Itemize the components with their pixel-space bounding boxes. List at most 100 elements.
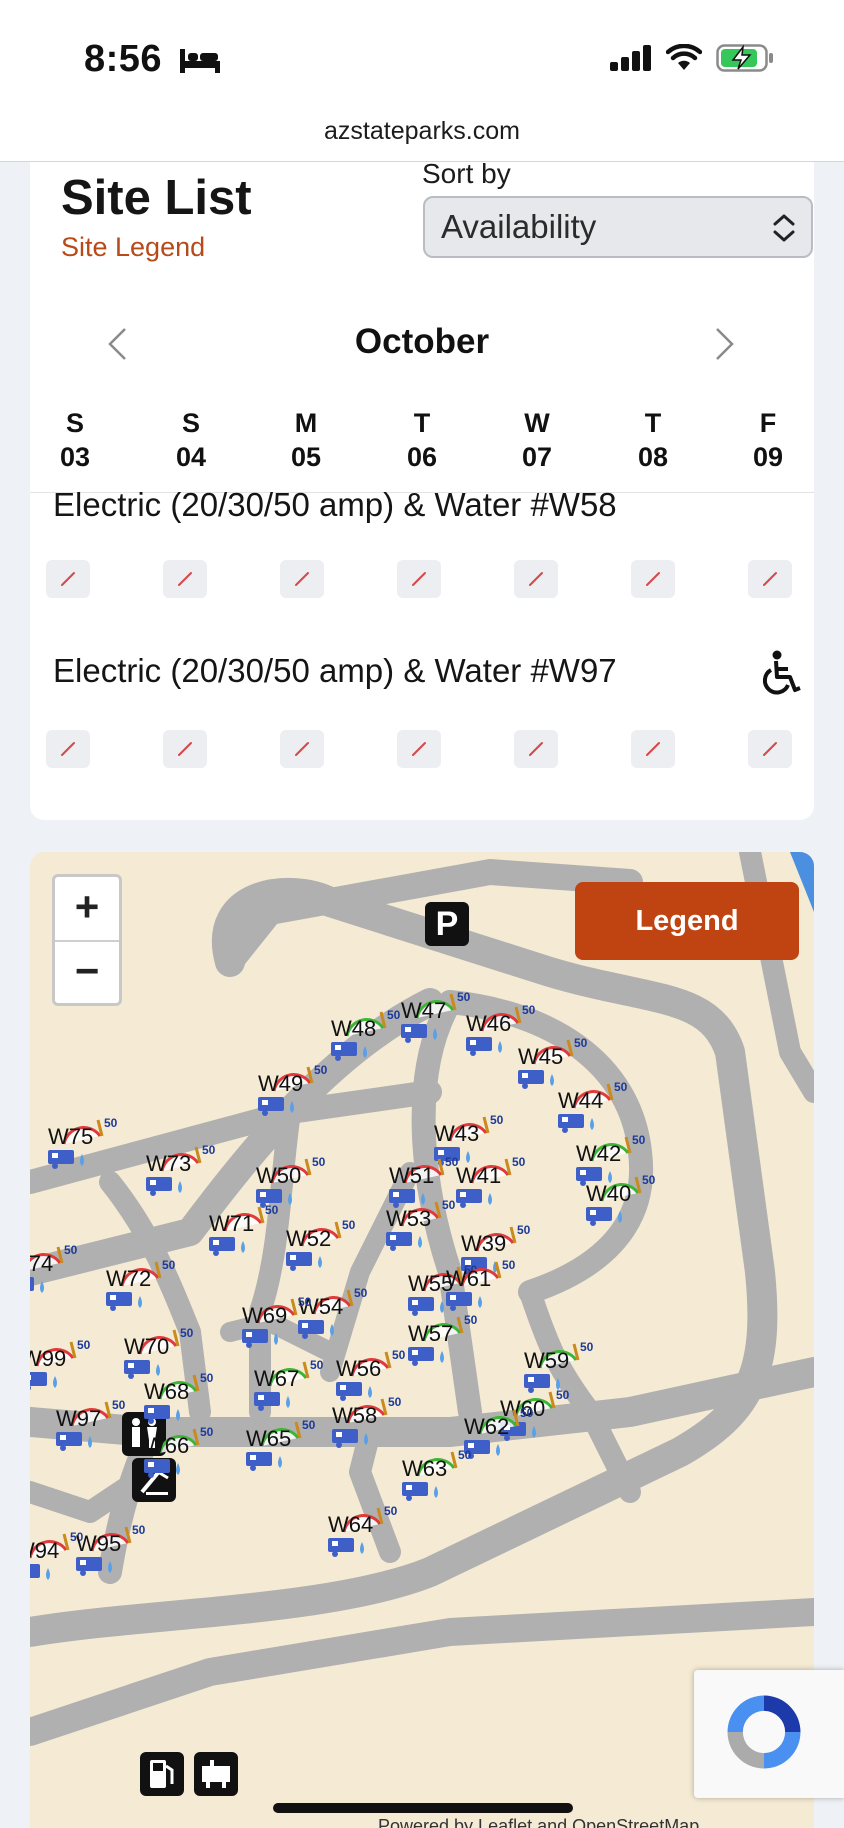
url-bar[interactable]: azstateparks.com [0,112,844,162]
unavailable-day-cell[interactable] [514,560,558,598]
site-marker-label: W40 [586,1181,632,1206]
day-letter: T [644,408,662,438]
day-letter: W [524,408,550,438]
amp-badge: 50 [265,1203,279,1217]
site-marker-label: W97 [56,1406,102,1431]
site-marker-label: W95 [76,1531,122,1556]
amp-badge: 50 [388,1395,402,1409]
map-attribution[interactable]: Powered by Leaflet and OpenStreetMap [378,1816,699,1828]
amp-badge: 50 [314,1063,328,1077]
updown-chevron-icon [773,214,795,242]
amp-badge: 50 [298,1295,312,1309]
day-letter: F [759,408,777,438]
amp-badge: 50 [502,1258,516,1272]
unavailable-slash-icon [646,572,660,586]
unavailable-slash-icon [646,742,660,756]
unavailable-day-cell[interactable] [514,730,558,768]
amp-badge: 50 [312,1155,326,1169]
calendar-days: S 03 S 04 M 05 T 06 W 07 T 08 F 09 [30,406,814,486]
page-title: Site List [61,171,252,225]
site-marker-label: W42 [576,1141,622,1166]
day-number: 03 [59,442,91,472]
site-name-w97[interactable]: Electric (20/30/50 amp) & Water #W97 [53,652,617,690]
fuel-icon [140,1752,184,1796]
recaptcha-badge[interactable] [694,1670,844,1798]
unavailable-slash-icon [295,572,309,586]
unavailable-day-cell[interactable] [748,730,792,768]
unavailable-slash-icon [529,572,543,586]
site-marker-label: W48 [331,1016,377,1041]
amp-badge: 50 [512,1155,526,1169]
site-marker-w72[interactable]: W72 50 [100,1252,210,1322]
day-letter: M [294,408,318,438]
site-marker-label: W74 [30,1251,54,1276]
site-marker-w66[interactable]: W66 50 [138,1419,248,1489]
site-marker-label: W53 [386,1206,432,1231]
amp-badge: 50 [77,1338,91,1352]
site-marker-w65[interactable]: W65 50 [240,1412,350,1482]
zoom-out-button[interactable]: − [55,941,119,1004]
status-time: 8:56 [84,38,163,80]
day-number: 06 [406,442,438,472]
site-marker-label: W44 [558,1088,604,1113]
day-number: 09 [752,442,784,472]
amp-badge: 50 [200,1371,214,1385]
amp-badge: 50 [464,1313,478,1327]
dump-station-icon [194,1752,238,1796]
site-marker-label: W64 [328,1512,374,1537]
site-marker-label: W67 [254,1366,300,1391]
day-number: 07 [521,442,553,472]
unavailable-day-cell[interactable] [631,730,675,768]
legend-button[interactable]: Legend [575,882,799,960]
amp-badge: 50 [202,1143,216,1157]
unavailable-day-cell[interactable] [280,560,324,598]
site-marker-label: W69 [242,1303,288,1328]
site-marker-w75[interactable]: W75 50 [42,1110,152,1180]
site-marker-label: W50 [256,1163,302,1188]
amp-badge: 50 [387,1008,401,1022]
site-marker-w95[interactable]: W95 50 [70,1517,180,1587]
amp-badge: 50 [490,1113,504,1127]
unavailable-day-cell[interactable] [163,560,207,598]
cellular-signal-icon [610,45,651,71]
site-marker-w52[interactable]: W52 50 [280,1212,390,1282]
amp-badge: 50 [112,1398,126,1412]
next-month-icon[interactable] [713,326,737,362]
site-marker-label: W41 [456,1163,502,1188]
site-marker-w40[interactable]: W40 50 [580,1167,690,1237]
amp-badge: 50 [162,1258,176,1272]
unavailable-day-cell[interactable] [748,560,792,598]
site-marker-w64[interactable]: W64 50 [322,1498,432,1568]
recaptcha-icon [727,1695,801,1769]
amp-badge: 50 [614,1080,628,1094]
unavailable-day-cell[interactable] [631,560,675,598]
unavailable-day-cell[interactable] [163,730,207,768]
site-legend-link[interactable]: Site Legend [61,232,205,263]
status-bar: 8:56 [0,0,844,118]
zoom-in-button[interactable]: + [55,877,119,940]
site-marker-label: W63 [402,1456,448,1481]
amp-badge: 50 [310,1358,324,1372]
sort-select-value: Availability [441,208,597,245]
site-name-w58[interactable]: Electric (20/30/50 amp) & Water #W58 [53,486,617,524]
unavailable-slash-icon [295,742,309,756]
sort-select[interactable]: Availability [423,196,813,258]
unavailable-day-cell[interactable] [397,560,441,598]
amp-badge: 50 [642,1173,656,1187]
site-marker-label: W59 [524,1348,570,1373]
site-marker-w49[interactable]: W49 50 [252,1057,362,1127]
battery-charging-icon [716,44,773,72]
unavailable-day-cell[interactable] [46,560,90,598]
day-column: T 06 [392,406,452,474]
unavailable-day-cell[interactable] [46,730,90,768]
zoom-control: + − [52,874,122,1006]
month-label: October [354,322,490,361]
unavailable-day-cell[interactable] [397,730,441,768]
amp-badge: 50 [302,1418,316,1432]
site-marker-label: W99 [30,1346,67,1371]
unavailable-day-cell[interactable] [280,730,324,768]
amp-badge: 50 [517,1223,531,1237]
day-column: W 07 [507,406,567,474]
sort-label: Sort by [422,162,511,189]
amp-badge: 50 [132,1523,146,1537]
